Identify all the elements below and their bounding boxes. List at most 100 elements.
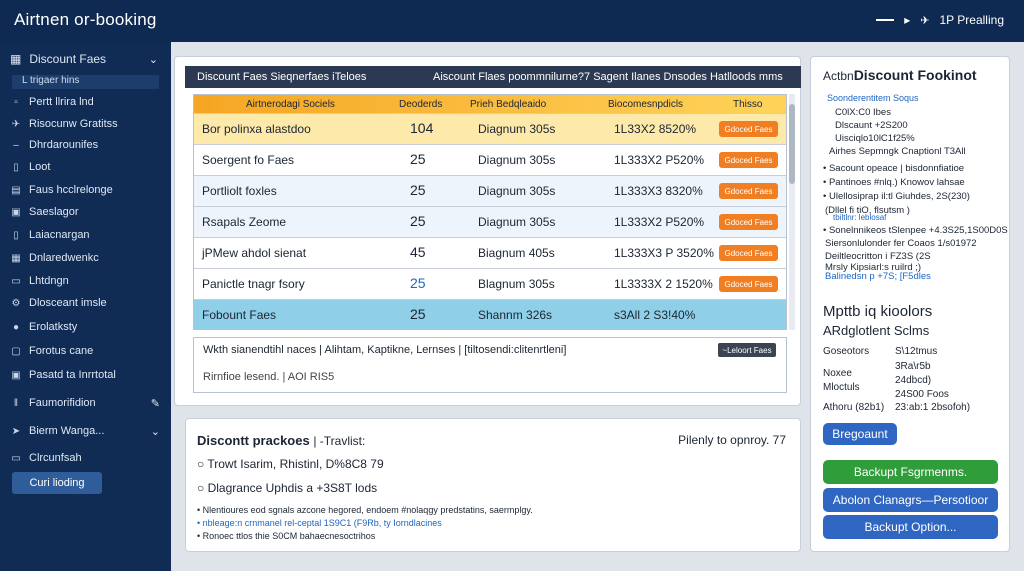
column-header[interactable]: Thisso [733,99,762,110]
row-plan: Blagnum 305s [478,277,555,291]
sidebar-item[interactable]: ▯ Laiacnargan [10,226,162,244]
right-line: Uisciqlo10lC1f25% [835,133,915,144]
right-line2: Balinedsn p +7S; [F5dles [825,271,931,282]
bottom-small-1: • Nlentioures eod sgnals azcone hegored,… [197,505,533,515]
window-icon: ▣ [11,206,21,218]
grid-icon: ▤ [11,184,21,196]
sidebar-item-label: Saeslagor [29,206,79,218]
sidebar-item[interactable]: – Dhrdarounifes [10,136,162,154]
row-plan: Shannm 326s [478,308,553,322]
sidebar-item-label: Erolatksty [29,321,78,333]
kv-value: 3Ra\r5b [895,361,931,372]
row-plan: Diagnum 305s [478,153,556,167]
bottom-small-2: • nbleage:n crnmanel rel-ceptal 1S9C1 (F… [197,518,442,528]
column-header[interactable]: Deoderds [399,99,442,110]
sidebar-item[interactable]: ▭ Lhtdngn [10,272,162,290]
sidebar-item-label: Dnlaredwenkc [29,252,99,264]
sidebar-item-label: Faus hcclrelonge [29,184,113,196]
kv-value: 23:ab:1 2bsofoh) [895,402,971,413]
right-line2: Deiltleocritton i FZ3S (2S [825,251,931,262]
right-panel-title: ActbnDiscount Fookinot [823,67,977,83]
sidebar-item[interactable]: ▣ Saeslagor [10,203,162,221]
row-action-button[interactable]: Gdoced Faes [719,152,778,168]
table-row[interactable]: Bor polinxa alastdoo 104 Diagnum 305s 1L… [194,113,786,144]
table-row[interactable]: jPMew ahdol sienat 45 Biagnum 405s 1L333… [194,237,786,268]
right-line2: Siersonlulonder fer Coaos 1/s01972 [825,238,977,249]
kv-value: 24S00 Foos [895,389,949,400]
table-scrollbar[interactable] [789,94,795,330]
sidebar-button[interactable]: Curi lioding [12,472,102,494]
bregoaunt-button[interactable]: Bregoaunt [823,423,897,445]
bottom-line-1-text: Trowt Isarim, Rhistinl, D%8C8 79 [207,457,384,471]
right-blue-small[interactable]: tbiltlnr: leblosaf [833,213,886,222]
row-action-button[interactable]: Gdoced Faes [719,214,778,230]
row-action-button[interactable]: Gdoced Faes [719,121,778,137]
bottom-title: Discontt prackoes | -Travlist: [197,433,365,448]
column-header[interactable]: Biocomesnpdicls [608,99,683,110]
table-row[interactable]: Rsapals Zeome 25 Diagnum 305s 1L333X2 P5… [194,206,786,237]
column-header[interactable]: Prieh Bedqleaido [470,99,546,110]
sidebar-section2-label: Bierm Wanga... [29,425,105,437]
right-blue-line[interactable]: Soonderentitem Soqus [827,93,919,103]
info-button[interactable]: ~Leloort Faes [718,343,776,357]
abolon-button[interactable]: Abolon Clanagrs—Persotioor [823,488,998,512]
sidebar-item[interactable]: ▤ Faus hcclrelonge [10,181,162,199]
row-name: Soergent fo Faes [202,153,295,167]
kv-key: Athoru (82b1) [823,402,885,413]
gear-icon: ⚙ [11,297,21,309]
sidebar-item[interactable]: ● Erolatksty [10,318,162,336]
row-code: 1L333X2 P520% [614,153,705,167]
kv-key: Noxee [823,368,852,379]
main-header-bar: Discount Faes Sieqnerfaes iTeloes Aiscou… [185,66,801,88]
sidebar-item-label: Dlosceant imsle [29,297,107,309]
table-header: Airtnerodagi Sociels Deoderds Prieh Bedq… [194,95,786,113]
right-heading: Mpttb iq kioolors [823,303,933,320]
sidebar-item[interactable]: ▭ Clrcunfsah [10,449,162,467]
app-title: Airtnen or-booking [14,10,157,29]
sidebar-section[interactable]: ‖ Faumorifidion ✎ [10,394,162,412]
main-header-left[interactable]: Discount Faes Sieqnerfaes iTeloes [197,71,366,83]
row-name: Bor polinxa alastdoo [202,122,311,136]
right-line: C0lX:C0 Ibes [835,107,891,118]
sidebar-sub-item[interactable]: L trigaer hins [12,75,159,89]
table-row[interactable]: Panictle tnagr fsory 25 Blagnum 305s 1L3… [194,268,786,299]
bottom-title-text: Discontt prackoes [197,433,310,448]
right-line2-text: Sonelnnikeos tSlenpee +4.3S25,1S00D0S [828,225,1008,236]
sidebar-item-label: Lhtdngn [29,275,69,287]
row-action-button[interactable]: Gdoced Faes [719,276,778,292]
row-number: 45 [410,244,426,260]
sidebar-section-2[interactable]: ➤ Bierm Wanga... ⌄ [10,422,162,440]
bottom-small-2-text: nbleage:n crnmanel rel-ceptal 1S9C1 (F9R… [202,518,442,528]
sidebar-item[interactable]: ⚙ Dlosceant imsle [10,294,162,312]
right-line2: • Sonelnnikeos tSlenpee +4.3S25,1S00D0S [823,225,1008,236]
column-header[interactable]: Airtnerodagi Sociels [246,99,335,110]
header-right[interactable]: ▸ ✈ 1P Prealling [876,13,1004,27]
right-bullet: • Ulellosiprap il:tl Giuhdes, 2S(230) [823,191,970,202]
window-icon: ▭ [11,452,21,464]
row-code: s3All 2 S3!40% [614,308,696,322]
sidebar-item-label: Forotus cane [29,345,94,357]
sidebar-item-label: Pasatd ta Inrrtotal [29,369,116,381]
backup-fragments-button[interactable]: Backupt Fsgrmenms. [823,460,998,484]
row-name: Fobount Faes [202,308,277,322]
scrollbar-thumb[interactable] [789,104,795,184]
sidebar-item[interactable]: ▣ Pasatd ta Inrrtotal [10,366,162,384]
sidebar-item[interactable]: ▢ Forotus cane [10,342,162,360]
right-line: Dlscaunt +2S200 [835,120,908,131]
row-action-button[interactable]: Gdoced Faes [719,183,778,199]
table-row[interactable]: Portliolt foxles 25 Diagnum 305s 1L333X3… [194,175,786,206]
table-icon: ▦ [11,252,21,264]
plane-icon: ✈ [11,118,21,130]
table-row[interactable]: Soergent fo Faes 25 Diagnum 305s 1L333X2… [194,144,786,175]
backup-options-button[interactable]: Backupt Option... [823,515,998,539]
row-action-button[interactable]: Gdoced Faes [719,245,778,261]
sidebar-item[interactable]: ▯ Loot [10,158,162,176]
sidebar-item[interactable]: ▦ Dnlaredwenkc [10,249,162,267]
sidebar-head[interactable]: ▦ Discount Faes ⌄ [10,52,162,66]
sidebar-item[interactable]: ✈ Risocunw Gratitss [10,115,162,133]
tools-icon: ✎ [150,397,160,410]
sidebar-item[interactable]: ▫ Pertt llrira lnd [10,93,162,111]
sidebar: ▦ Discount Faes ⌄ L trigaer hins ▫ Pertt … [0,42,171,571]
user-icon: ▫ [14,96,18,108]
table-row-selected[interactable]: Fobount Faes 25 Shannm 326s s3All 2 S3!4… [194,299,786,330]
